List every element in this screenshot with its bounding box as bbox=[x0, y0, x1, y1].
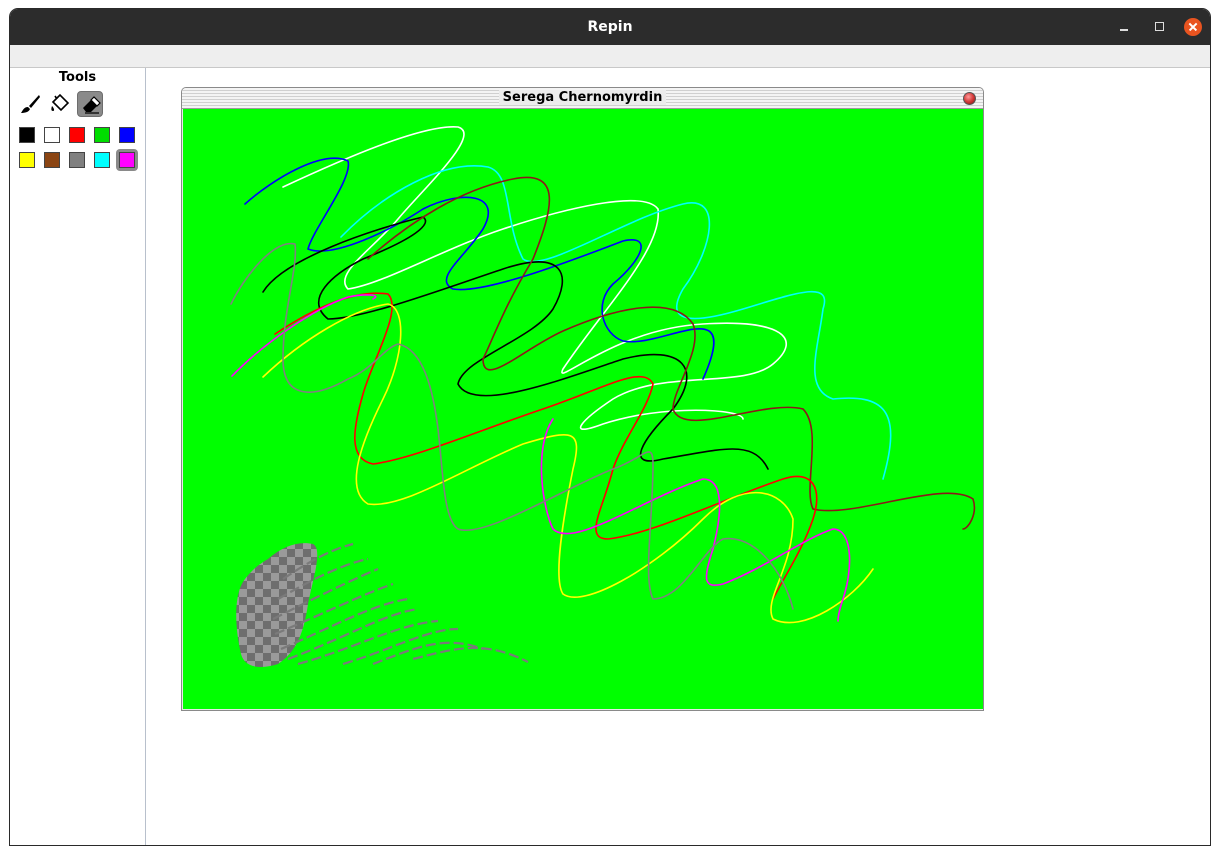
fill-tool-button[interactable] bbox=[47, 91, 73, 117]
drawing-strokes bbox=[230, 126, 976, 667]
erased-streaks bbox=[272, 542, 529, 666]
color-swatch[interactable] bbox=[19, 152, 35, 168]
color-swatch[interactable] bbox=[94, 127, 110, 143]
app-window: Repin Tools Serega Chernomyrdin bbox=[9, 8, 1211, 846]
color-swatch[interactable] bbox=[69, 127, 85, 143]
canvas-window-title: Serega Chernomyrdin bbox=[498, 90, 667, 105]
close-button[interactable] bbox=[1184, 18, 1202, 36]
tools-panel: Tools bbox=[10, 68, 146, 845]
stroke-magenta bbox=[231, 294, 851, 622]
brush-tool-button[interactable] bbox=[17, 91, 43, 117]
stroke-blue bbox=[244, 157, 715, 380]
color-swatch[interactable] bbox=[119, 127, 135, 143]
color-swatch[interactable] bbox=[119, 152, 135, 168]
eraser-icon bbox=[83, 96, 101, 114]
stroke-white bbox=[282, 126, 787, 430]
stroke-black bbox=[262, 216, 769, 470]
stroke-cyan bbox=[340, 165, 892, 480]
menu-bar bbox=[10, 45, 1210, 68]
color-swatch[interactable] bbox=[44, 152, 60, 168]
title-bar: Repin bbox=[10, 9, 1210, 45]
drawing-canvas[interactable] bbox=[183, 109, 983, 709]
erased-area bbox=[236, 543, 318, 667]
canvas-window: Serega Chernomyrdin bbox=[181, 87, 984, 711]
brush-icon bbox=[21, 95, 40, 113]
tools-heading: Tools bbox=[58, 70, 97, 85]
color-swatch[interactable] bbox=[44, 127, 60, 143]
canvas-window-title-bar: Serega Chernomyrdin bbox=[182, 88, 983, 109]
color-swatch[interactable] bbox=[69, 152, 85, 168]
color-swatch[interactable] bbox=[19, 127, 35, 143]
minimize-button[interactable] bbox=[1116, 19, 1132, 35]
stroke-yellow bbox=[262, 303, 874, 624]
workspace: Serega Chernomyrdin bbox=[146, 68, 1210, 845]
eraser-tool-button[interactable] bbox=[77, 91, 103, 117]
window-title: Repin bbox=[587, 19, 633, 35]
canvas-window-close-button[interactable] bbox=[963, 92, 976, 105]
paint-bucket-icon bbox=[51, 93, 70, 112]
maximize-button[interactable] bbox=[1151, 19, 1167, 35]
color-swatch[interactable] bbox=[94, 152, 110, 168]
